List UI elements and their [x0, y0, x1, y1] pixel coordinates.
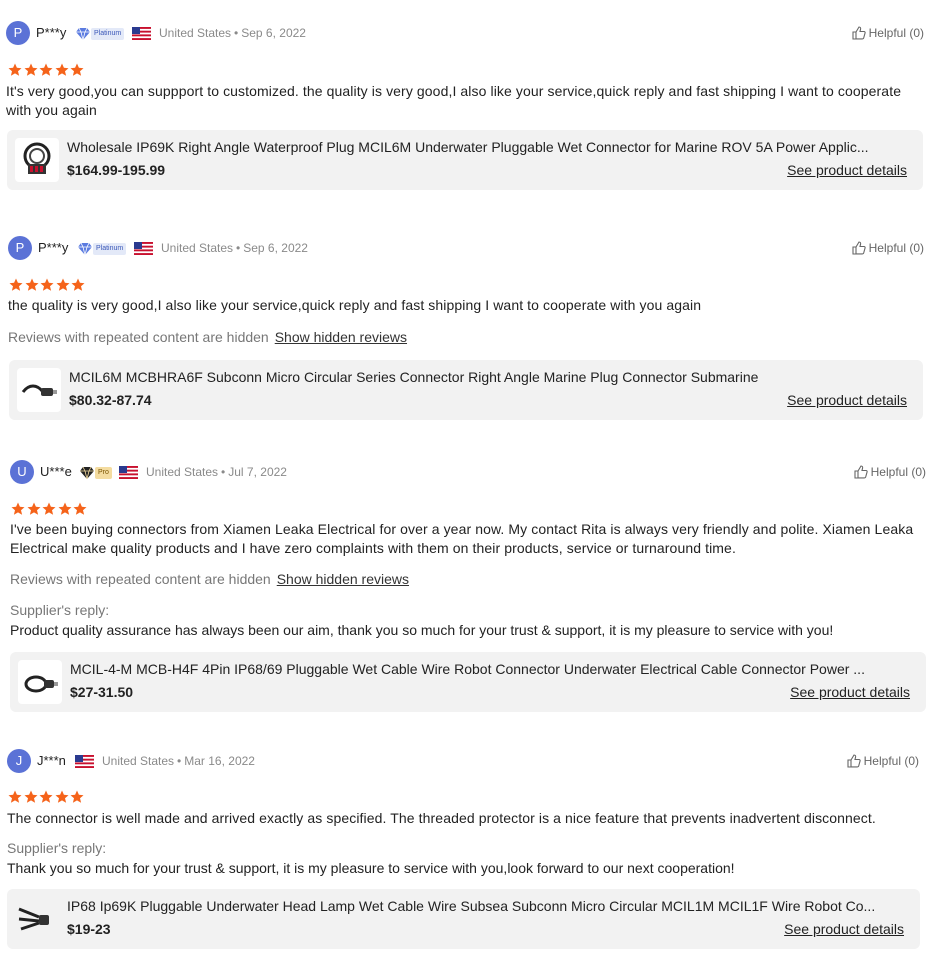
star-icon — [8, 790, 22, 803]
review-date: Mar 16, 2022 — [184, 754, 255, 768]
reviewer-name: J***n — [37, 753, 66, 768]
star-icon — [39, 790, 53, 803]
see-product-details-link[interactable]: See product details — [784, 921, 904, 937]
review-item: J J***n United States • Mar 16, 2022 Helpf… — [0, 0, 931, 965]
avatar: J — [7, 749, 31, 773]
cable-bundle-icon — [18, 907, 49, 931]
product-card[interactable]: IP68 Ip69K Pluggable Underwater Head Lam… — [7, 889, 920, 949]
review-header: J J***n United States • Mar 16, 2022 Helpf… — [7, 749, 919, 775]
us-flag-icon — [75, 755, 94, 768]
product-thumbnail — [15, 897, 59, 941]
star-icon — [70, 790, 84, 803]
rating-stars — [8, 790, 86, 804]
product-price: $19-23 — [67, 921, 111, 937]
star-icon — [24, 790, 37, 803]
supplier-reply-text: Thank you so much for your trust & suppo… — [7, 860, 735, 876]
supplier-reply-label: Supplier's reply: — [7, 840, 107, 856]
star-icon — [55, 790, 68, 803]
thumbs-up-icon — [847, 754, 861, 768]
reviewer-country: United States — [102, 754, 175, 768]
review-text: The connector is well made and arrived e… — [7, 810, 876, 826]
review-meta: United States • Mar 16, 2022 — [102, 754, 255, 768]
helpful-label: Helpful (0) — [863, 754, 919, 768]
product-title[interactable]: IP68 Ip69K Pluggable Underwater Head Lam… — [67, 898, 907, 914]
helpful-button[interactable]: Helpful (0) — [847, 754, 919, 768]
